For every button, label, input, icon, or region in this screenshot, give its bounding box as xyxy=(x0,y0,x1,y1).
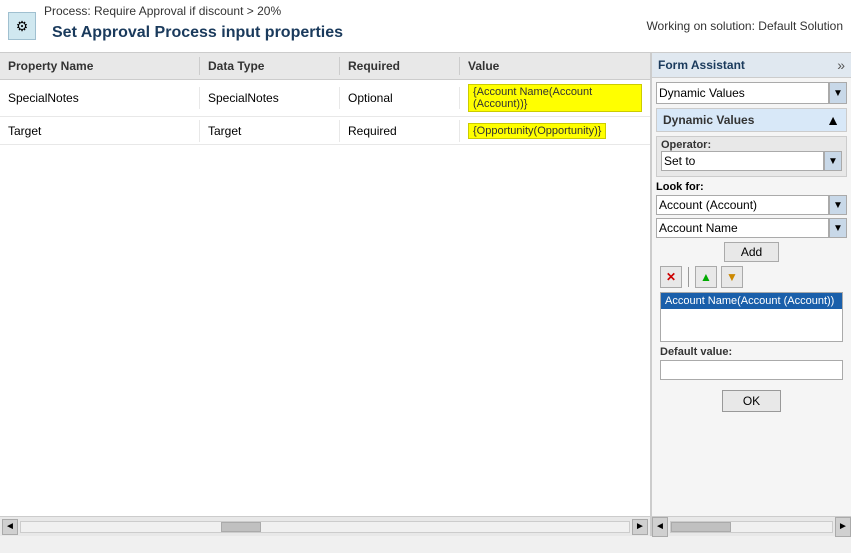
default-value-label: Default value: xyxy=(660,346,843,358)
values-list: Account Name(Account (Account)) xyxy=(660,292,843,342)
right-scroll-right-arrow[interactable]: ► xyxy=(835,517,851,537)
gear-icon: ⚙ xyxy=(8,12,36,40)
value-tag-2[interactable]: {Opportunity(Opportunity)} xyxy=(468,123,606,139)
table-row: Target Target Required {Opportunity(Oppo… xyxy=(0,117,650,145)
col-required: Required xyxy=(340,57,460,75)
action-row: ✕ ▲ ▼ xyxy=(656,266,847,288)
right-scrollbar: ◄ ► xyxy=(652,516,851,536)
value-tag-1[interactable]: {Account Name(Account (Account))} xyxy=(468,84,642,112)
add-button[interactable]: Add xyxy=(724,242,779,262)
cell-value-2[interactable]: {Opportunity(Opportunity)} xyxy=(460,119,650,143)
operator-select-row: Set to ▼ xyxy=(661,151,842,171)
cell-required-2: Required xyxy=(340,120,460,142)
right-scroll-track[interactable] xyxy=(670,521,833,533)
cell-property-name-1: SpecialNotes xyxy=(0,87,200,109)
cell-dtype-2: Target xyxy=(200,120,340,142)
lookfor-row-1: Account (Account) ▼ xyxy=(656,195,847,215)
expand-icon[interactable]: » xyxy=(837,57,845,73)
default-value-input[interactable] xyxy=(660,360,843,380)
section-label: Dynamic Values xyxy=(663,113,754,127)
section-collapse: Dynamic Values ▲ xyxy=(656,108,847,132)
col-property-name: Property Name xyxy=(0,57,200,75)
table-header: Property Name Data Type Required Value xyxy=(0,53,650,80)
operator-select[interactable]: Set to xyxy=(661,151,824,171)
lookfor-arrow-2[interactable]: ▼ xyxy=(829,218,847,238)
ok-button[interactable]: OK xyxy=(722,390,781,412)
cell-property-name-2: Target xyxy=(0,120,200,142)
operator-value: Set to xyxy=(664,154,695,168)
horizontal-scrollbar: ◄ ► xyxy=(0,516,650,536)
right-scroll-thumb[interactable] xyxy=(671,522,731,532)
table-row: SpecialNotes SpecialNotes Optional {Acco… xyxy=(0,80,650,117)
lookfor-option-2: Account Name xyxy=(659,221,738,235)
right-panel: Form Assistant » Dynamic Values ▼ Dynami… xyxy=(651,53,851,536)
col-data-type: Data Type xyxy=(200,57,340,75)
scroll-track[interactable] xyxy=(20,521,630,533)
dynamic-values-dropdown[interactable]: Dynamic Values xyxy=(656,82,829,104)
lookfor-select-1[interactable]: Account (Account) xyxy=(656,195,829,215)
move-down-button[interactable]: ▼ xyxy=(721,266,743,288)
left-panel: Property Name Data Type Required Value S… xyxy=(0,53,651,536)
panel-header: Form Assistant » xyxy=(652,53,851,78)
main-layout: Property Name Data Type Required Value S… xyxy=(0,53,851,536)
lookfor-option-1: Account (Account) xyxy=(659,198,757,212)
cell-value-1[interactable]: {Account Name(Account (Account))} xyxy=(460,80,650,116)
divider xyxy=(688,267,689,287)
top-bar: ⚙ Process: Require Approval if discount … xyxy=(0,0,851,53)
dynamic-values-section: Dynamic Values ▼ Dynamic Values ▲ Operat… xyxy=(652,78,851,422)
dynamic-values-arrow[interactable]: ▼ xyxy=(829,82,847,104)
dynamic-values-label: Dynamic Values xyxy=(659,86,745,100)
lookfor-select-2[interactable]: Account Name xyxy=(656,218,829,238)
lookfor-section: Look for: Account (Account) ▼ Account Na… xyxy=(656,181,847,238)
lookfor-arrow-1[interactable]: ▼ xyxy=(829,195,847,215)
dynamic-values-row: Dynamic Values ▼ xyxy=(656,82,847,104)
operator-section: Operator: Set to ▼ xyxy=(656,136,847,177)
process-title: Process: Require Approval if discount > … xyxy=(44,4,351,18)
collapse-button[interactable]: ▲ xyxy=(826,112,840,128)
working-on-label: Working on solution: Default Solution xyxy=(646,19,843,33)
col-value: Value xyxy=(460,57,650,75)
operator-select-arrow[interactable]: ▼ xyxy=(824,151,842,171)
cell-dtype-1: SpecialNotes xyxy=(200,87,340,109)
page-title: Set Approval Process input properties xyxy=(44,18,351,48)
values-item-selected[interactable]: Account Name(Account (Account)) xyxy=(661,293,842,309)
delete-button[interactable]: ✕ xyxy=(660,266,682,288)
scroll-thumb[interactable] xyxy=(221,522,261,532)
right-scroll-left-arrow[interactable]: ◄ xyxy=(652,517,668,537)
operator-label: Operator: xyxy=(661,139,842,151)
default-value-section: Default value: xyxy=(656,342,847,384)
lookfor-row-2: Account Name ▼ xyxy=(656,218,847,238)
move-up-button[interactable]: ▲ xyxy=(695,266,717,288)
scroll-right-arrow[interactable]: ► xyxy=(632,519,648,535)
panel-title: Form Assistant xyxy=(658,58,745,72)
cell-required-1: Optional xyxy=(340,87,460,109)
scroll-left-arrow[interactable]: ◄ xyxy=(2,519,18,535)
lookfor-label: Look for: xyxy=(656,181,847,193)
